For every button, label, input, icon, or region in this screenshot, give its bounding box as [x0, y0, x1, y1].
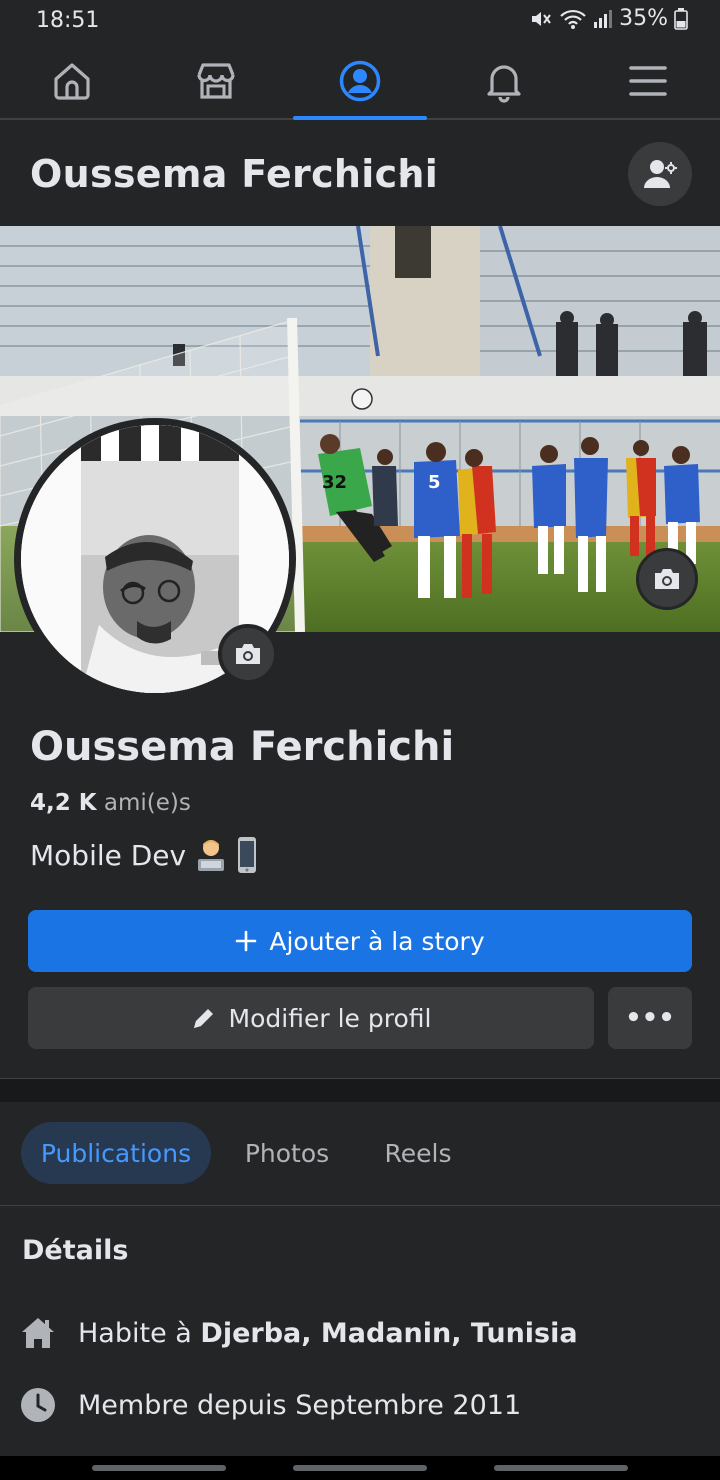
- signal-icon: [594, 9, 613, 28]
- status-time: 18:51: [36, 8, 100, 33]
- edit-profile-button[interactable]: Modifier le profil: [28, 987, 594, 1049]
- user-settings-icon: [644, 160, 677, 188]
- top-nav: [0, 44, 720, 120]
- tab-photos[interactable]: Photos: [228, 1122, 346, 1184]
- battery-icon: [674, 7, 688, 30]
- profile-header: Oussema Ferchichi: [0, 122, 720, 226]
- plus-icon: [236, 930, 257, 952]
- clock-icon: [21, 1388, 55, 1422]
- status-bar: 18:51 35%: [0, 0, 720, 44]
- member-since-text: Membre depuis Septembre 2011: [78, 1389, 522, 1421]
- tab-label: Publications: [40, 1138, 192, 1168]
- nav-profile[interactable]: [293, 44, 427, 120]
- nav-marketplace[interactable]: [149, 44, 283, 118]
- svg-text:5: 5: [428, 472, 441, 493]
- gesture-pill-center[interactable]: [293, 1465, 427, 1471]
- nav-menu[interactable]: [581, 44, 715, 118]
- friends-number: 4,2 K: [30, 790, 97, 816]
- profile-bio: Mobile Dev: [30, 836, 258, 874]
- bell-icon: [487, 65, 521, 103]
- edit-profile-label: Modifier le profil: [228, 1003, 432, 1033]
- home-icon: [22, 1318, 54, 1348]
- edit-cover-photo-button[interactable]: [636, 548, 698, 610]
- switch-profile-button[interactable]: [628, 142, 692, 206]
- gesture-pill-right[interactable]: [494, 1465, 628, 1471]
- residence-value[interactable]: Djerba, Madanin, Tunisia: [200, 1318, 577, 1349]
- profile-tabs: Publications Photos Reels: [0, 1102, 720, 1206]
- more-options-button[interactable]: •••: [608, 987, 692, 1049]
- section-divider: [0, 1078, 720, 1102]
- add-to-story-label: Ajouter à la story: [269, 926, 485, 956]
- header-profile-name[interactable]: Oussema Ferchichi: [30, 152, 438, 196]
- friends-count[interactable]: 4,2 K ami(e)s: [30, 790, 191, 816]
- technologist-emoji-icon: [198, 840, 225, 871]
- marketplace-icon: [197, 63, 235, 99]
- gesture-pill-left[interactable]: [92, 1465, 226, 1471]
- detail-row-residence: Habite à Djerba, Madanin, Tunisia: [20, 1315, 578, 1351]
- camera-icon: [236, 644, 260, 664]
- battery-percent: 35%: [619, 6, 668, 31]
- camera-icon: [655, 569, 679, 589]
- mute-icon: [532, 11, 551, 26]
- profile-name: Oussema Ferchichi: [30, 724, 455, 770]
- bio-text: Mobile Dev: [30, 838, 187, 872]
- system-gesture-bar: [0, 1456, 720, 1480]
- pencil-icon: [193, 1009, 213, 1028]
- tab-publications[interactable]: Publications: [21, 1122, 211, 1184]
- svg-text:32: 32: [322, 472, 347, 493]
- tab-label: Photos: [244, 1138, 330, 1168]
- home-icon: [54, 63, 90, 100]
- friends-label: ami(e)s: [103, 790, 191, 816]
- details-section: Détails Habite à Djerba, Madanin, Tunisi…: [0, 1207, 720, 1457]
- tab-reels[interactable]: Reels: [364, 1122, 472, 1184]
- chevron-down-icon[interactable]: [398, 172, 414, 182]
- residence-text: Habite à Djerba, Madanin, Tunisia: [78, 1318, 578, 1349]
- nav-notifications[interactable]: [437, 44, 571, 118]
- more-options-label: •••: [625, 1003, 675, 1033]
- edit-profile-photo-button[interactable]: [218, 624, 278, 684]
- nav-home[interactable]: [5, 44, 139, 118]
- profile-icon: [339, 60, 381, 102]
- add-to-story-button[interactable]: Ajouter à la story: [28, 910, 692, 972]
- tab-label: Reels: [384, 1138, 452, 1168]
- residence-prefix: Habite à: [78, 1317, 201, 1349]
- mobile-phone-emoji-icon: [238, 837, 257, 873]
- details-title: Détails: [22, 1235, 129, 1266]
- hamburger-menu-icon: [629, 66, 667, 96]
- wifi-icon: [560, 9, 586, 29]
- detail-row-member-since: Membre depuis Septembre 2011: [20, 1387, 521, 1423]
- status-icons: 35%: [529, 6, 688, 31]
